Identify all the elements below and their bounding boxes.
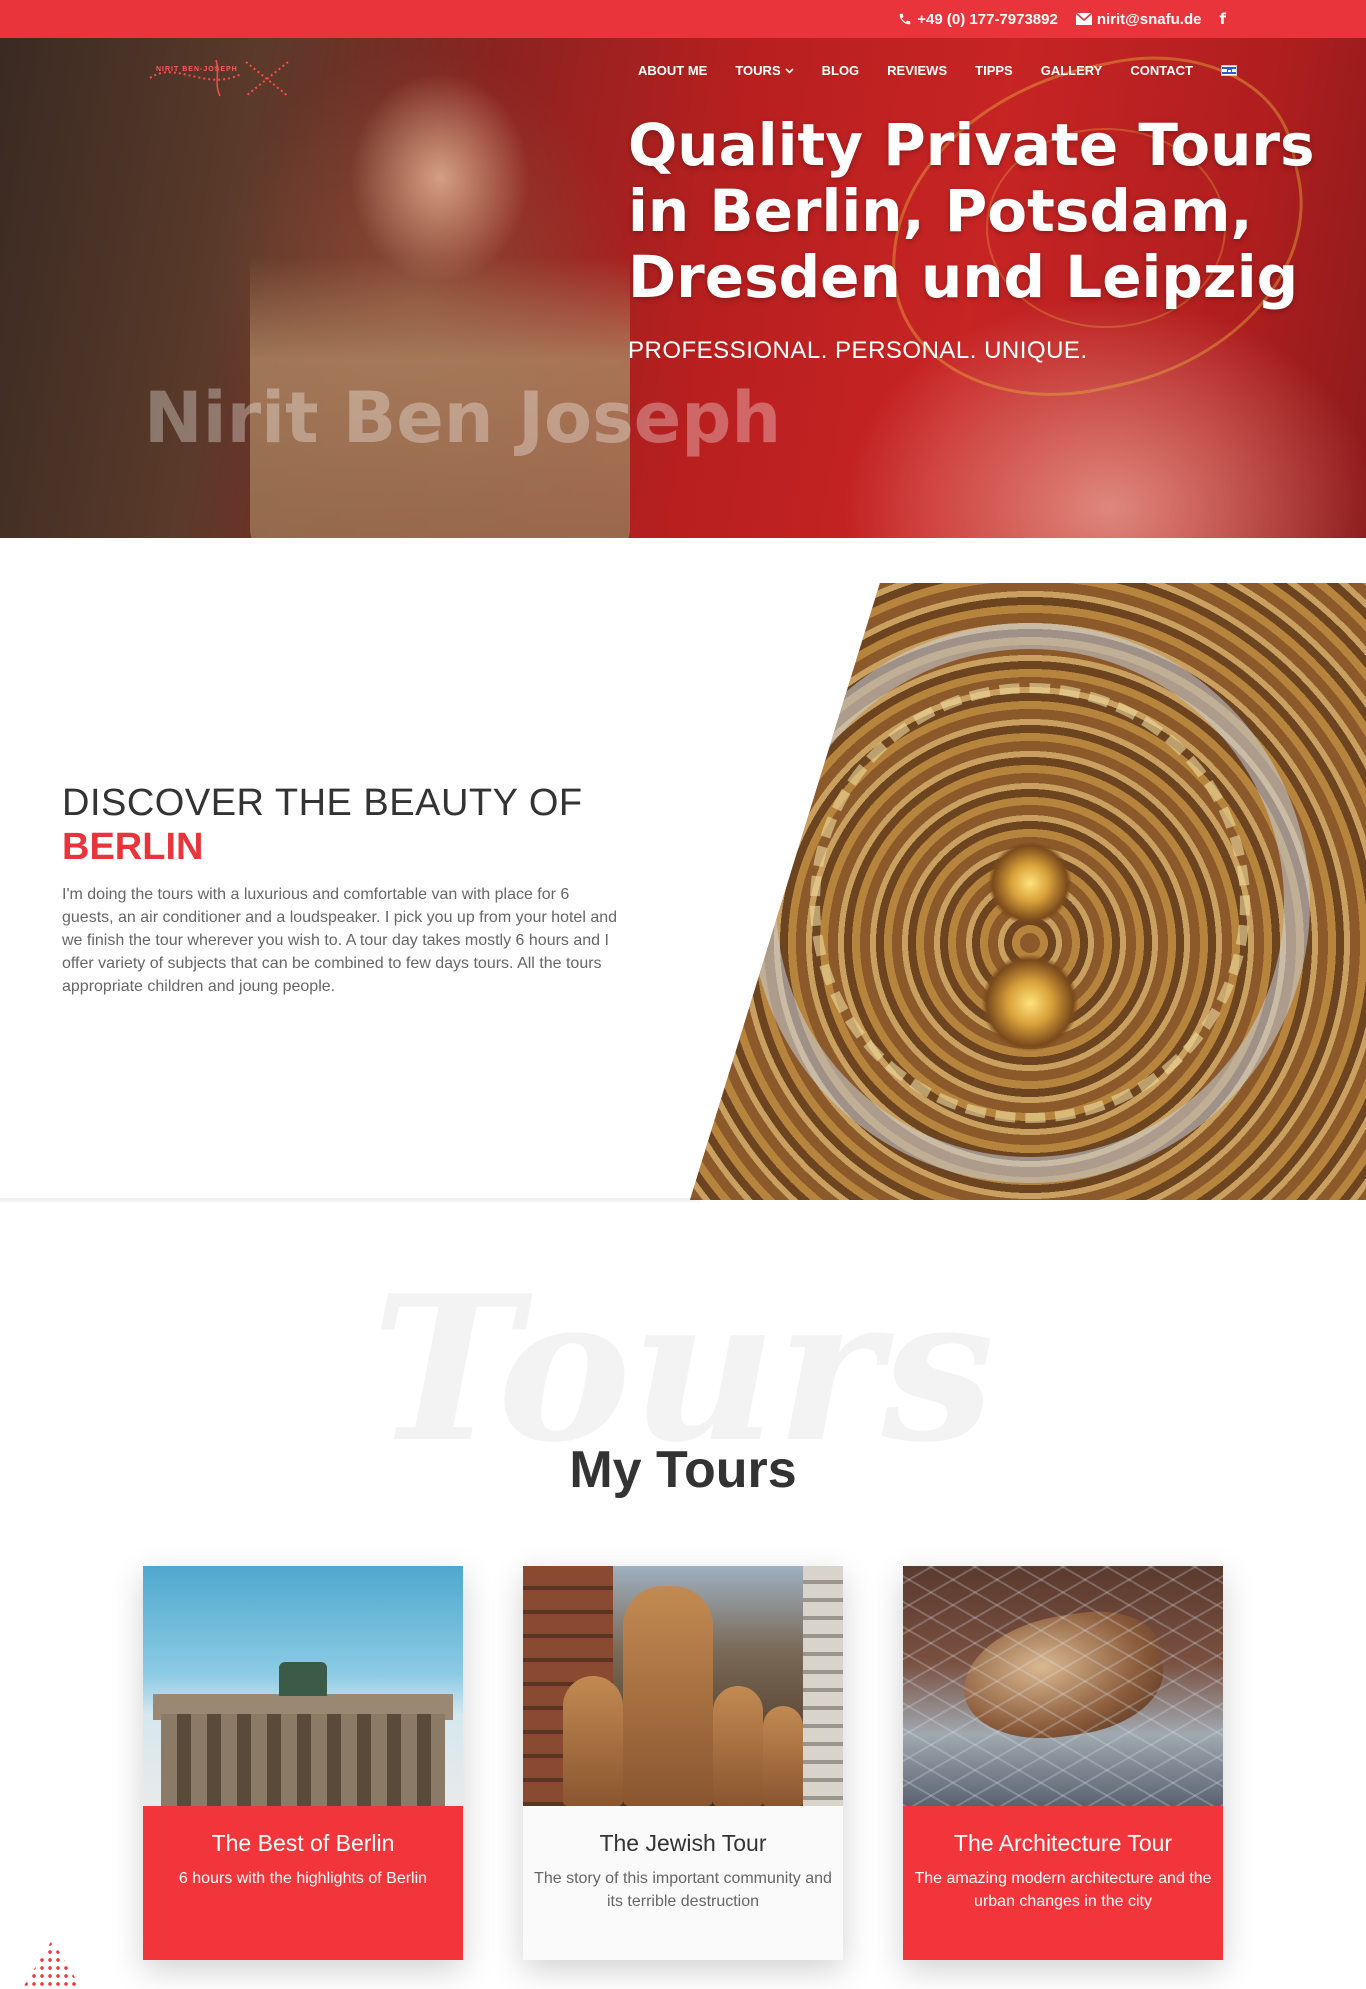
decorative-dots: [22, 1940, 82, 1989]
nav-reviews[interactable]: REVIEWS: [887, 63, 947, 78]
tour-card-title: The Best of Berlin: [211, 1830, 395, 1856]
tour-card-architecture[interactable]: The Architecture Tour The amazing modern…: [903, 1566, 1223, 1960]
site-logo[interactable]: NIRIT BEN-JOSEPH: [146, 52, 296, 100]
chevron-down-icon: [785, 67, 794, 74]
phone-icon: [900, 13, 911, 25]
brandenburg-gate-photo: [143, 1566, 463, 1806]
tour-card-best-of-berlin[interactable]: The Best of Berlin 6 hours with the high…: [143, 1566, 463, 1960]
tour-card-desc: The story of this important community an…: [534, 1870, 832, 1910]
facebook-link[interactable]: f: [1219, 10, 1226, 28]
phone-link[interactable]: +49 (0) 177-7973892: [898, 11, 1058, 28]
nav-gallery[interactable]: GALLERY: [1041, 63, 1103, 78]
nav-tours[interactable]: TOURS: [735, 63, 794, 78]
hero-subtitle: PROFESSIONAL. PERSONAL. UNIQUE.: [628, 337, 1088, 364]
tour-card-jewish[interactable]: The Jewish Tour The story of this import…: [523, 1566, 843, 1960]
phone-number: +49 (0) 177-7973892: [917, 10, 1058, 28]
main-nav: ABOUT ME TOURS BLOG REVIEWS TIPPS GALLER…: [638, 63, 1237, 78]
logo-name: NIRIT BEN-JOSEPH: [156, 66, 238, 73]
top-bar: +49 (0) 177-7973892 nirit@snafu.de f: [0, 0, 1366, 38]
tour-card-desc: 6 hours with the highlights of Berlin: [178, 1870, 428, 1887]
discover-accent: BERLIN: [62, 826, 204, 868]
email-address: nirit@snafu.de: [1096, 10, 1202, 28]
tour-card-title: The Architecture Tour: [953, 1830, 1173, 1856]
nav-tipps[interactable]: TIPPS: [975, 63, 1013, 78]
nav-blog[interactable]: BLOG: [822, 63, 860, 78]
nav-contact[interactable]: CONTACT: [1130, 63, 1193, 78]
israel-flag-icon: [1220, 65, 1237, 76]
memorial-statues-photo: [523, 1566, 843, 1806]
hero-photo-person: [250, 48, 630, 538]
discover-heading: DISCOVER THE BEAUTY OF: [62, 782, 583, 824]
discover-text: I'm doing the tours with a luxurious and…: [62, 886, 618, 995]
nav-about-me[interactable]: ABOUT ME: [638, 63, 707, 78]
language-switcher[interactable]: [1220, 65, 1237, 76]
hero-watermark: Nirit Ben Joseph: [144, 377, 782, 459]
tour-card-desc: The amazing modern architecture and the …: [914, 1870, 1212, 1910]
tours-title: My Tours: [569, 1441, 797, 1499]
email-link[interactable]: nirit@snafu.de: [1075, 10, 1202, 28]
facebook-icon: f: [1219, 10, 1226, 28]
berlin-cathedral-dome-photo: [690, 583, 1366, 1200]
mail-icon: [1075, 13, 1092, 25]
tour-card-title: The Jewish Tour: [599, 1830, 767, 1856]
section-shadow: [0, 1198, 700, 1204]
architecture-sculpture-photo: [903, 1566, 1223, 1806]
logo-mark-icon: [149, 59, 289, 97]
hero-title: Quality Private Tours in Berlin, Potsdam…: [628, 111, 1315, 311]
